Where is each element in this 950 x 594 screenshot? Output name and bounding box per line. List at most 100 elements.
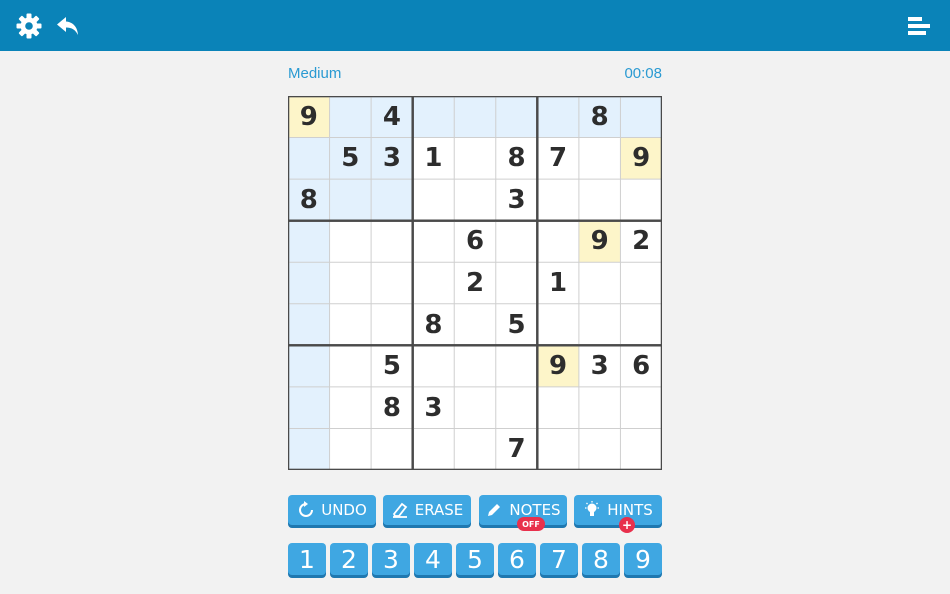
board-cell-r8c5[interactable]: [454, 387, 496, 429]
hints-button[interactable]: HINTS +: [574, 495, 662, 533]
lightbulb-icon: [583, 501, 601, 519]
board-cell-r5c1[interactable]: [288, 262, 330, 304]
board-cell-r1c6[interactable]: [495, 96, 538, 138]
board-cell-r4c8[interactable]: 9: [578, 220, 621, 263]
board-cell-r9c1[interactable]: [288, 428, 330, 470]
board-cell-r1c4[interactable]: [412, 96, 455, 138]
board-cell-r9c8[interactable]: [579, 428, 621, 470]
board-cell-r1c3[interactable]: 4: [371, 96, 413, 138]
board-cell-r4c9[interactable]: 2: [620, 221, 662, 263]
board-cell-r3c1[interactable]: 8: [288, 179, 330, 221]
number-button-4[interactable]: 4: [414, 543, 452, 575]
erase-button[interactable]: ERASE: [383, 495, 471, 525]
board-cell-r6c2[interactable]: [330, 304, 372, 346]
board-cell-r7c1[interactable]: [288, 345, 330, 387]
board-cell-r9c4[interactable]: [413, 428, 455, 470]
notes-button[interactable]: NOTES OFF: [479, 495, 567, 531]
board-cell-r6c1[interactable]: [288, 303, 330, 346]
board-cell-r8c2[interactable]: [330, 387, 372, 429]
board-cell-r8c1[interactable]: [288, 386, 330, 429]
number-button-5[interactable]: 5: [456, 543, 494, 575]
board-cell-r4c7[interactable]: [537, 221, 579, 263]
board-cell-r1c5[interactable]: [454, 96, 496, 138]
board-cell-r6c8[interactable]: [579, 304, 621, 346]
bar-menu-icon[interactable]: [901, 8, 937, 44]
number-button-6[interactable]: 6: [498, 543, 536, 575]
board-cell-r9c5[interactable]: [454, 428, 496, 470]
board-cell-r4c1[interactable]: [288, 220, 330, 263]
board-cell-r6c6[interactable]: 5: [496, 304, 538, 346]
board-cell-r3c3[interactable]: [371, 179, 413, 221]
board-cell-r8c4[interactable]: 3: [413, 387, 455, 429]
board-cell-r3c4[interactable]: [413, 179, 455, 221]
board-cell-r6c5[interactable]: [454, 304, 496, 346]
gear-icon[interactable]: [11, 8, 47, 44]
board-cell-r7c5[interactable]: [454, 345, 496, 387]
board-cell-r6c9[interactable]: [620, 304, 662, 346]
board-cell-r5c7[interactable]: 1: [537, 262, 579, 304]
board-cell-r2c5[interactable]: [454, 138, 496, 180]
board-cell-r1c1[interactable]: 9: [288, 96, 330, 138]
board-cell-r6c4[interactable]: 8: [413, 304, 455, 346]
board-cell-r5c6[interactable]: [496, 262, 538, 304]
board-cell-r9c3[interactable]: [371, 428, 413, 470]
board-cell-r5c9[interactable]: [620, 262, 662, 304]
number-button-7[interactable]: 7: [540, 543, 578, 575]
eraser-icon: [391, 501, 409, 519]
board-cell-r6c7[interactable]: [537, 304, 579, 346]
notes-off-badge: OFF: [517, 517, 545, 531]
board-cell-r3c7[interactable]: [537, 179, 579, 221]
undo-button[interactable]: UNDO: [288, 495, 376, 525]
board-cell-r2c2[interactable]: 5: [329, 137, 372, 180]
number-button-2[interactable]: 2: [330, 543, 368, 575]
board-cell-r2c3[interactable]: 3: [371, 137, 413, 180]
board-cell-r9c7[interactable]: [537, 428, 579, 470]
board-cell-r3c8[interactable]: [579, 179, 621, 221]
board-cell-r7c6[interactable]: [496, 345, 538, 387]
board-cell-r8c3[interactable]: 8: [371, 387, 413, 429]
board-cell-r7c3[interactable]: 5: [371, 345, 413, 387]
board-cell-r7c7[interactable]: 9: [537, 345, 579, 387]
board-cell-r5c4[interactable]: [413, 262, 455, 304]
board-cell-r6c3[interactable]: [371, 304, 413, 346]
board-cell-r1c8[interactable]: 8: [578, 96, 621, 138]
board-cell-r7c2[interactable]: [330, 345, 372, 387]
board-cell-r3c2[interactable]: [329, 179, 372, 221]
board-cell-r4c2[interactable]: [330, 221, 372, 263]
board-cell-r8c6[interactable]: [496, 387, 538, 429]
number-button-3[interactable]: 3: [372, 543, 410, 575]
number-button-9[interactable]: 9: [624, 543, 662, 575]
board-cell-r2c9[interactable]: 9: [620, 137, 662, 180]
board-cell-r5c5[interactable]: 2: [454, 262, 496, 304]
board-cell-r5c3[interactable]: [371, 262, 413, 304]
number-button-1[interactable]: 1: [288, 543, 326, 575]
board-cell-r5c2[interactable]: [330, 262, 372, 304]
board-cell-r7c8[interactable]: 3: [579, 345, 621, 387]
board-cell-r9c6[interactable]: 7: [496, 428, 538, 470]
board-cell-r2c1[interactable]: [288, 137, 330, 180]
board-cell-r1c7[interactable]: [537, 96, 579, 138]
board-cell-r3c6[interactable]: 3: [496, 179, 538, 221]
board-cell-r1c2[interactable]: [329, 96, 372, 138]
board-cell-r2c8[interactable]: [579, 138, 621, 180]
number-button-8[interactable]: 8: [582, 543, 620, 575]
board-cell-r8c8[interactable]: [579, 387, 621, 429]
board-cell-r8c7[interactable]: [537, 387, 579, 429]
board-cell-r7c4[interactable]: [413, 345, 455, 387]
board-cell-r9c9[interactable]: [620, 428, 662, 470]
board-cell-r9c2[interactable]: [330, 428, 372, 470]
board-cell-r3c9[interactable]: [620, 179, 662, 221]
board-cell-r2c7[interactable]: 7: [537, 138, 579, 180]
board-cell-r2c6[interactable]: 8: [496, 138, 538, 180]
board-cell-r4c3[interactable]: [371, 221, 413, 263]
board-cell-r4c6[interactable]: [496, 221, 538, 263]
board-cell-r1c9[interactable]: [620, 96, 662, 138]
board-cell-r4c4[interactable]: [413, 221, 455, 263]
undo-arrow-icon[interactable]: [50, 8, 86, 44]
board-cell-r7c9[interactable]: 6: [620, 345, 662, 387]
board-cell-r8c9[interactable]: [620, 387, 662, 429]
board-cell-r5c8[interactable]: [579, 262, 621, 304]
board-cell-r3c5[interactable]: [454, 179, 496, 221]
board-cell-r4c5[interactable]: 6: [454, 221, 496, 263]
board-cell-r2c4[interactable]: 1: [413, 138, 455, 180]
